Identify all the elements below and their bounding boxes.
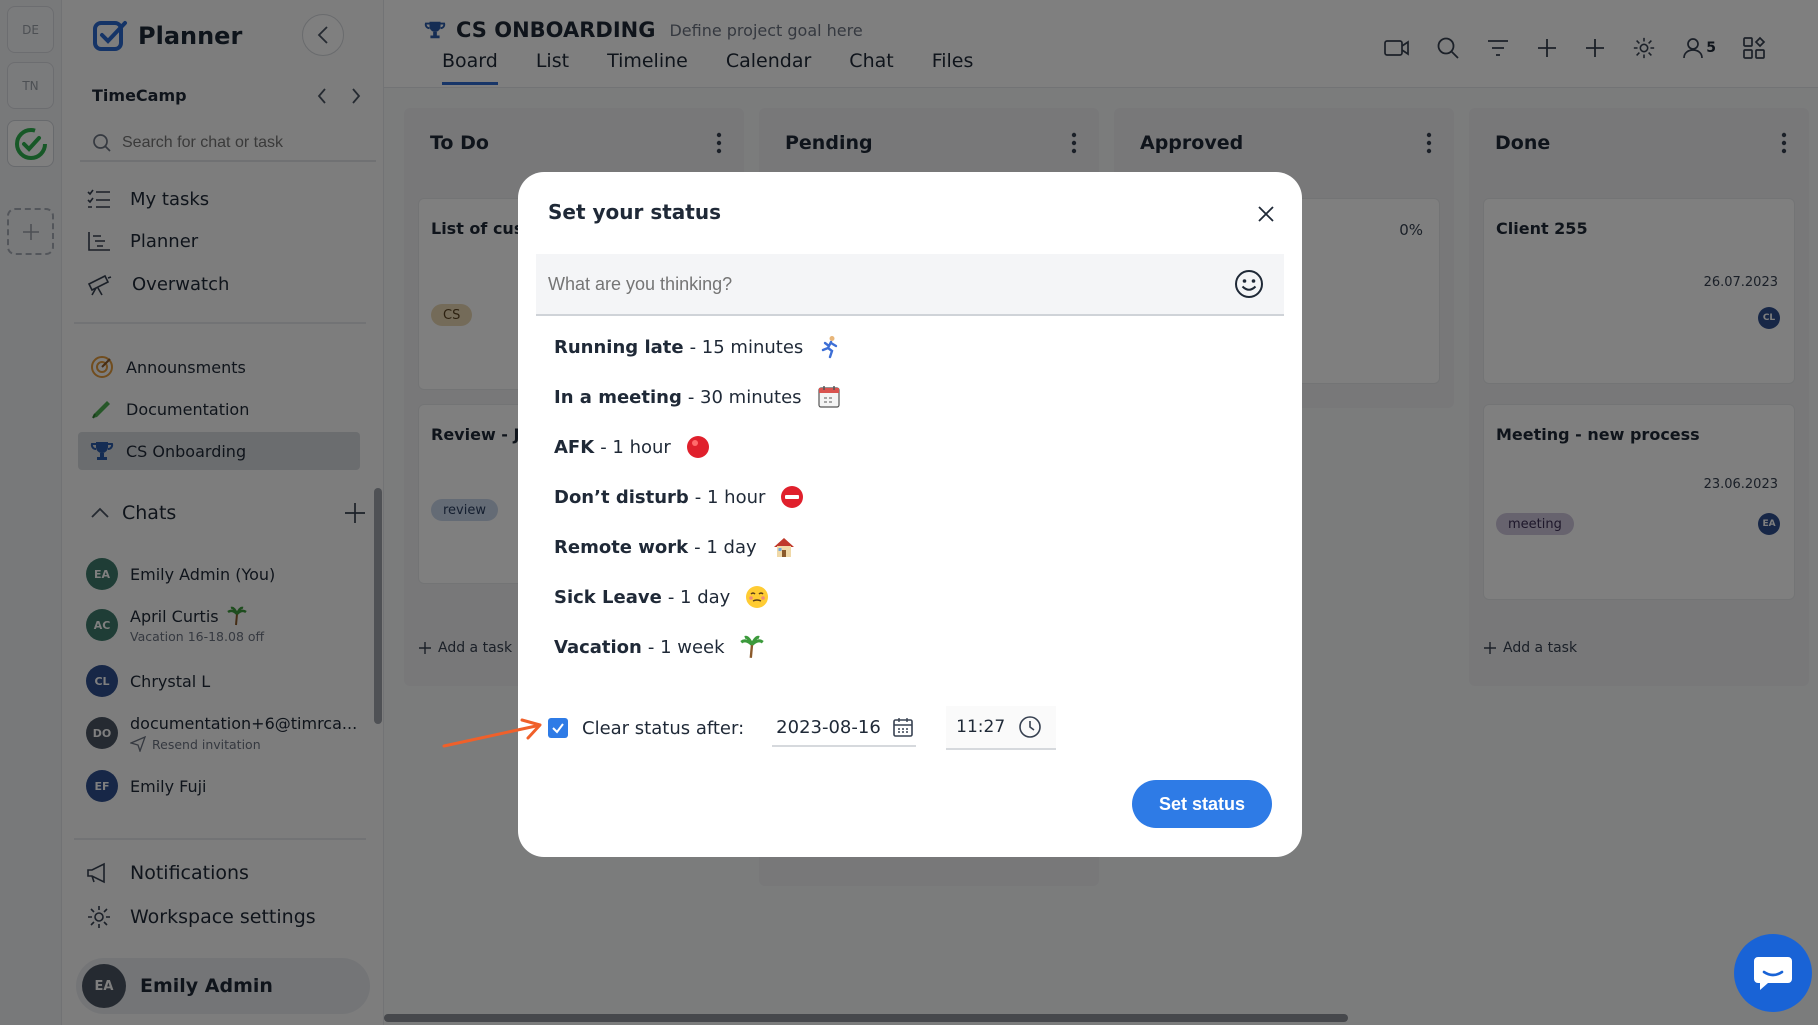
close-button[interactable] — [1250, 198, 1282, 230]
clear-time-value: 11:27 — [956, 717, 1006, 737]
chat-bubble-icon — [1754, 957, 1792, 990]
preset-label: Remote work — [554, 536, 689, 558]
palm-tree-emoji-icon — [739, 634, 765, 660]
emoji-picker-icon[interactable] — [1234, 269, 1264, 299]
set-status-dialog: Set your status Running late - 15 minute… — [518, 172, 1302, 857]
clear-time-field[interactable]: 11:27 — [946, 706, 1057, 750]
clear-status-label: Clear status after: — [582, 717, 745, 739]
status-preset-afk[interactable]: AFK - 1 hour — [554, 432, 711, 462]
preset-label: Running late — [554, 336, 684, 358]
close-icon — [1258, 206, 1274, 222]
runner-emoji-icon — [817, 334, 843, 360]
status-input[interactable] — [548, 273, 1234, 295]
calendar-icon[interactable] — [892, 716, 914, 738]
clear-date-field[interactable]: 2023-08-16 — [772, 709, 917, 747]
status-input-field — [536, 254, 1284, 316]
no-entry-emoji-icon — [779, 484, 805, 510]
preset-label: In a meeting — [554, 386, 682, 408]
calendar-emoji-icon — [816, 384, 842, 410]
status-preset-vacation[interactable]: Vacation - 1 week — [554, 632, 765, 662]
status-preset-in-a-meeting[interactable]: In a meeting - 30 minutes — [554, 382, 842, 412]
clear-date-value: 2023-08-16 — [776, 716, 881, 738]
preset-duration: - 1 hour — [694, 486, 766, 508]
preset-duration: - 1 hour — [600, 436, 671, 458]
status-preset-running-late[interactable]: Running late - 15 minutes — [554, 332, 843, 362]
preset-duration: - 30 minutes — [687, 386, 802, 408]
preset-label: Sick Leave — [554, 586, 662, 608]
red-circle-emoji-icon — [685, 434, 711, 460]
annotation-arrow-icon — [442, 718, 542, 748]
clear-status-row: Clear status after: 2023-08-16 11:27 — [548, 706, 1057, 750]
status-preset-sick-leave[interactable]: Sick Leave - 1 day — [554, 582, 770, 612]
clear-status-checkbox[interactable] — [548, 718, 568, 738]
preset-duration: - 1 day — [694, 536, 757, 558]
status-preset-dont-disturb[interactable]: Don’t disturb - 1 hour — [554, 482, 805, 512]
house-emoji-icon — [771, 534, 797, 560]
set-status-button[interactable]: Set status — [1132, 780, 1272, 828]
help-chat-button[interactable] — [1734, 934, 1812, 1012]
preset-duration: - 15 minutes — [689, 336, 804, 358]
preset-label: AFK — [554, 436, 595, 458]
status-preset-remote-work[interactable]: Remote work - 1 day — [554, 532, 797, 562]
preset-duration: - 1 week — [647, 636, 725, 658]
preset-duration: - 1 day — [667, 586, 731, 608]
sick-face-emoji-icon — [744, 584, 770, 610]
preset-label: Don’t disturb — [554, 486, 689, 508]
dialog-title: Set your status — [548, 200, 721, 224]
clock-icon[interactable] — [1018, 715, 1042, 739]
checkmark-icon — [552, 723, 564, 734]
preset-label: Vacation — [554, 636, 642, 658]
